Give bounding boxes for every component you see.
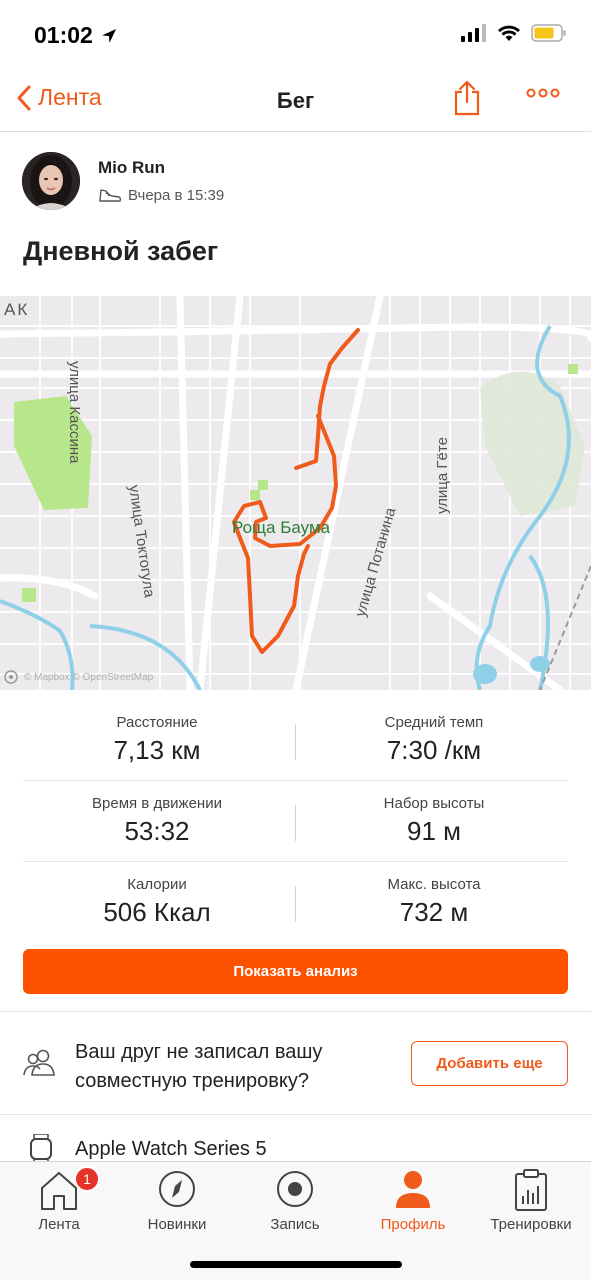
location-arrow-icon	[102, 29, 117, 43]
tab-training[interactable]: Тренировки	[472, 1166, 590, 1234]
athlete-name[interactable]: Mio Run	[98, 158, 165, 178]
status-time: 01:02	[34, 22, 117, 49]
stat-label: Средний темп	[384, 714, 484, 731]
avatar-image	[22, 152, 80, 210]
tab-label: Профиль	[380, 1216, 446, 1233]
clock-text: 01:02	[34, 22, 93, 48]
page-title: Бег	[276, 88, 315, 113]
map-canvas	[0, 296, 591, 690]
stat-row: Расстояние 7,13 км Средний темп 7:30 /км	[23, 700, 568, 781]
activity-meta: Вчера в 15:39	[98, 186, 224, 204]
home-indicator	[190, 1261, 402, 1268]
signal-icon	[461, 24, 486, 42]
stat-elevation-gain: Набор высоты 91 м	[309, 795, 559, 847]
share-button[interactable]	[452, 80, 482, 121]
group-icon	[23, 1048, 57, 1081]
stat-row: Время в движении 53:32 Набор высоты 91 м	[23, 781, 568, 862]
tab-record[interactable]: Запись	[236, 1166, 354, 1234]
stat-value: 53:32	[124, 816, 190, 846]
stat-value: 732 м	[399, 897, 469, 927]
status-bar: 01:02	[0, 0, 591, 70]
friend-prompt: Ваш друг не записал вашу совместную трен…	[0, 1012, 591, 1114]
stat-label: Набор высоты	[383, 795, 485, 812]
route-map[interactable]: АК улица Кассина улица Токтогула улица Г…	[0, 296, 591, 690]
mapbox-logo-icon	[4, 670, 18, 684]
stat-row: Калории 506 Ккал Макс. высота 732 м	[23, 862, 568, 943]
stat-distance: Расстояние 7,13 км	[32, 714, 282, 766]
add-more-button[interactable]: Добавить еще	[411, 1041, 568, 1086]
stat-moving-time: Время в движении 53:32	[32, 795, 282, 847]
activity-title: Дневной забег	[23, 236, 219, 266]
stat-divider	[295, 886, 296, 922]
notification-badge: 1	[74, 1166, 100, 1192]
stat-calories: Калории 506 Ккал	[32, 876, 282, 928]
avatar[interactable]	[22, 152, 80, 210]
home-icon	[41, 1172, 77, 1210]
stat-pace: Средний темп 7:30 /км	[309, 714, 559, 766]
stat-label: Макс. высота	[387, 876, 481, 893]
stat-value: 7,13 км	[113, 735, 201, 765]
tab-label: Запись	[270, 1216, 320, 1233]
wifi-icon	[498, 25, 520, 41]
map-label-corner: АК	[4, 300, 30, 319]
stat-divider	[295, 805, 296, 841]
stat-label: Калории	[127, 876, 187, 893]
friend-prompt-text: Ваш друг не записал вашу совместную трен…	[75, 1041, 323, 1092]
tab-label: Лента	[38, 1216, 80, 1233]
status-icons	[461, 24, 567, 42]
more-button[interactable]	[526, 86, 560, 105]
map-attribution: © Mapbox © OpenStreetMap	[4, 670, 153, 684]
map-label-kasina: улица Кассина	[66, 361, 83, 464]
device-label: Apple Watch Series 5	[75, 1138, 267, 1160]
stat-divider	[295, 724, 296, 760]
profile-icon	[396, 1171, 430, 1208]
share-icon	[454, 80, 480, 116]
stat-value: 91 м	[406, 816, 462, 846]
stat-value: 7:30 /км	[386, 735, 482, 765]
shoe-icon	[99, 189, 122, 202]
compass-icon	[159, 1171, 195, 1207]
map-label-park: Роща Баума	[232, 518, 331, 537]
athlete-header: Mio Run Вчера в 15:39	[22, 152, 562, 214]
more-dots-icon	[526, 88, 560, 98]
nav-bar: Лента Бег	[0, 70, 591, 132]
tab-profile[interactable]: Профиль	[354, 1166, 472, 1234]
stat-label: Расстояние	[116, 714, 198, 731]
tab-explore[interactable]: Новинки	[118, 1166, 236, 1234]
stats-grid: Расстояние 7,13 км Средний темп 7:30 /км…	[23, 700, 568, 943]
tab-feed[interactable]: 1 Лента	[0, 1166, 118, 1234]
attribution-text: © Mapbox © OpenStreetMap	[24, 671, 154, 683]
divider	[0, 1114, 591, 1115]
stat-max-elevation: Макс. высота 732 м	[309, 876, 559, 928]
stat-label: Время в движении	[92, 795, 222, 812]
tab-label: Новинки	[147, 1216, 207, 1233]
battery-icon	[531, 24, 566, 42]
stat-value: 506 Ккал	[103, 897, 211, 927]
show-analysis-button[interactable]: Показать анализ	[23, 949, 568, 994]
activity-time: Вчера в 15:39	[128, 186, 225, 204]
record-icon	[277, 1171, 313, 1207]
clipboard-chart-icon	[515, 1169, 547, 1211]
map-label-gete: улица Гёте	[434, 437, 451, 514]
tab-label: Тренировки	[490, 1216, 572, 1233]
